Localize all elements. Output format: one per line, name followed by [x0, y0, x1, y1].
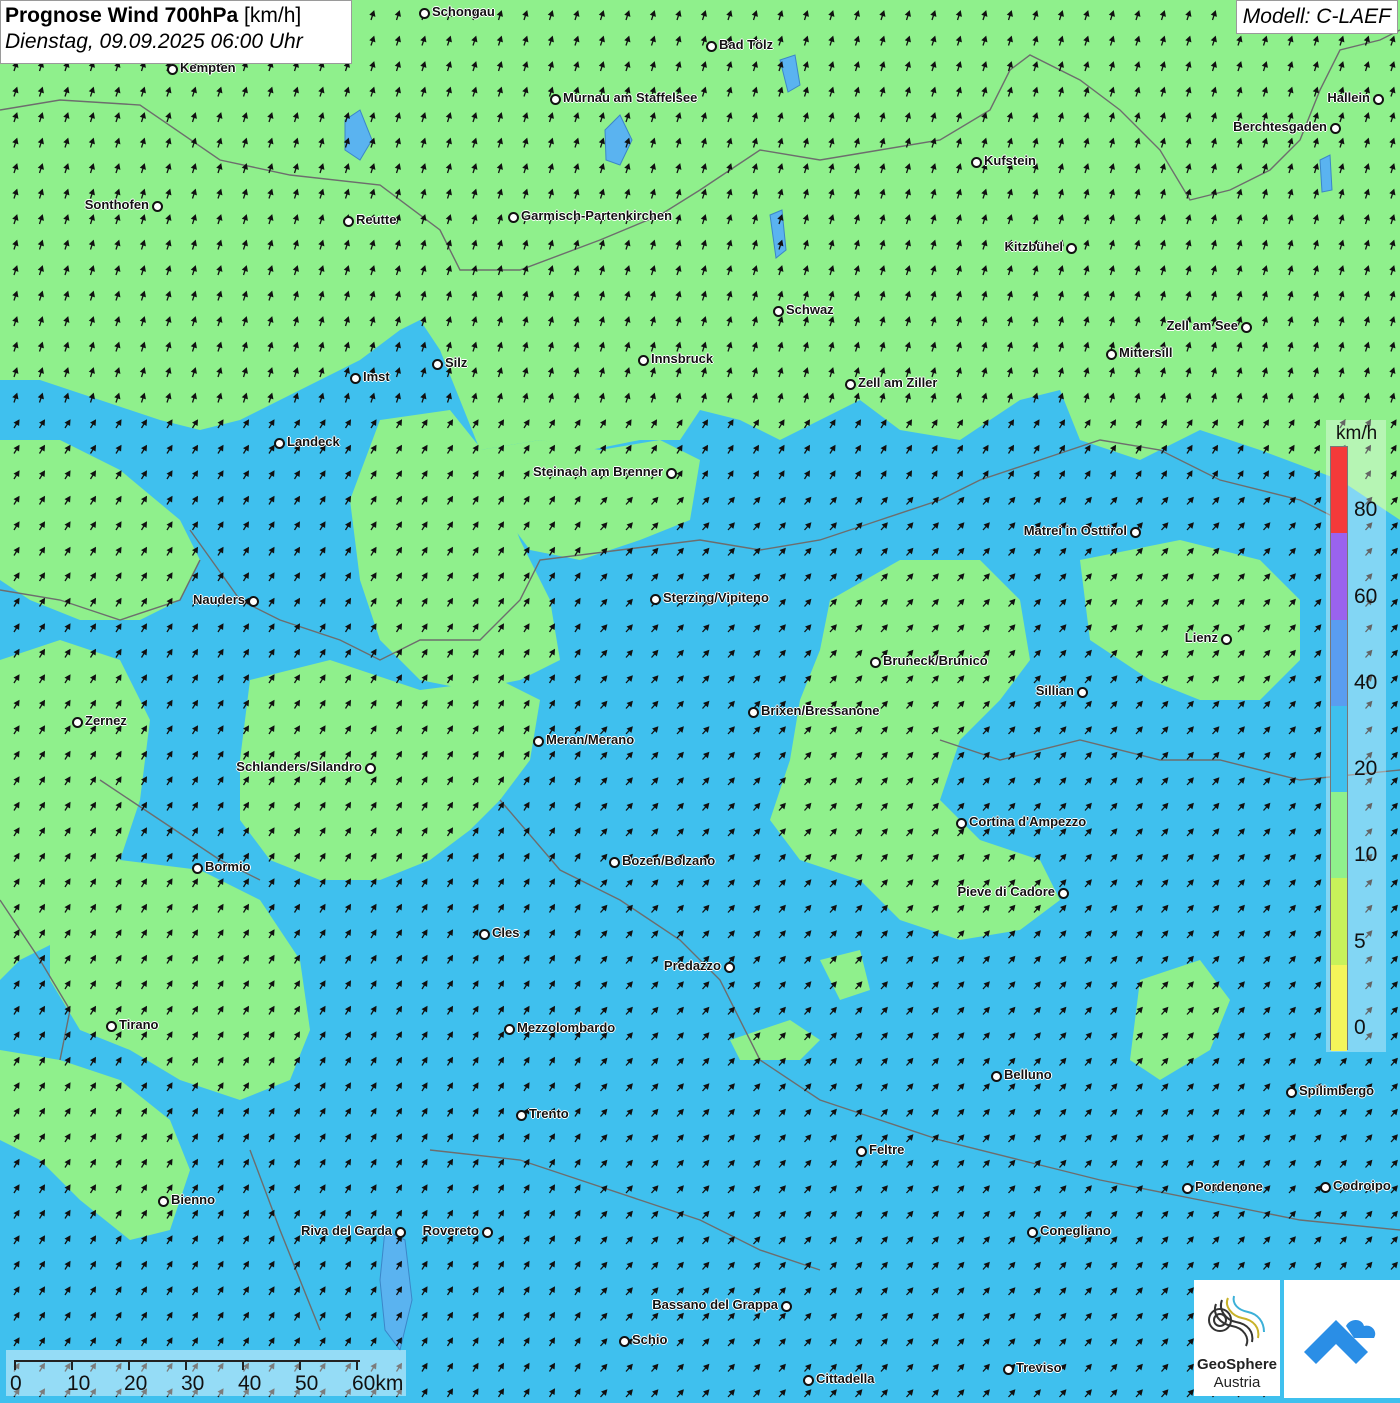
lake-5 — [1319, 154, 1333, 193]
